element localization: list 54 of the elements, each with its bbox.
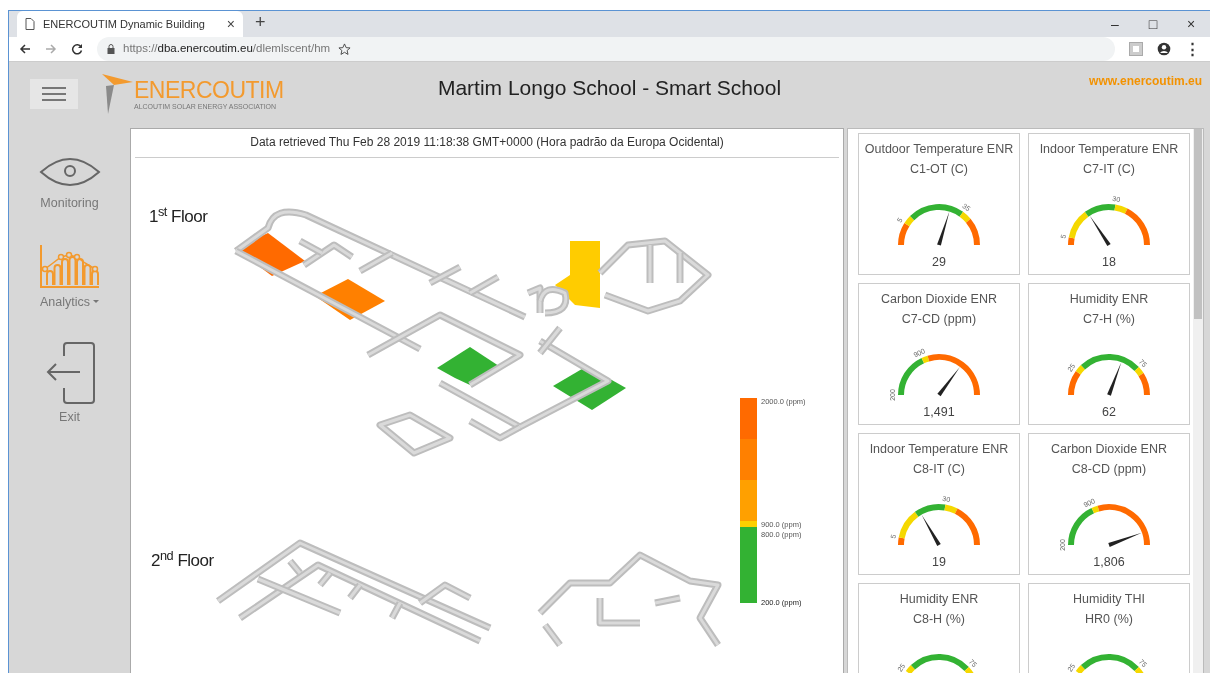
gauge-needle [1089,215,1111,247]
reload-icon[interactable] [71,43,83,55]
data-retrieved-text: Data retrieved Thu Feb 28 2019 11:18:38 GMT+0000 (Hora padrão da Europa Ocidental) [250,135,724,149]
gauge-title: Indoor Temperature ENR [1039,141,1179,158]
gauge-needle [1107,362,1122,396]
gauge-title: Carbon Dioxide ENR [1051,441,1167,458]
gauge-subtitle: C7-H (%) [1082,311,1136,328]
extension-icon[interactable] [1129,42,1143,56]
menu-icon [41,86,67,102]
account-icon[interactable] [1157,42,1171,56]
tab-title: ENERCOUTIM Dynamic Building [43,16,206,32]
star-icon[interactable] [338,42,352,56]
gauge-needle [937,211,950,246]
gauge-needle [937,366,960,397]
gauge-subtitle: C7-IT (C) [1083,161,1135,178]
gauge-value: 1,806 [1093,554,1125,571]
gauge-title: Indoor Temperature ENR [869,441,1009,458]
gauge-title: Carbon Dioxide ENR [881,291,997,308]
gauge-value: 19 [932,554,946,571]
bar-chart-icon [38,242,101,289]
gauge-title: Humidity THI [1073,591,1145,608]
gauge-value: 1,491 [923,404,955,421]
gauge-title: Humidity ENR [1069,291,1149,308]
menu-button[interactable] [30,79,78,109]
gauge-subtitle: C1-OT (C) [909,161,969,178]
gauge-subtitle: HR0 (%) [1085,611,1133,628]
gauge-subtitle: C7-CD (ppm) [901,311,977,328]
page-icon [25,18,35,30]
gauge-value: 18 [1102,254,1116,271]
page-title: Martim Longo School - Smart School [437,76,782,99]
back-icon[interactable] [19,43,31,55]
tab-close-button[interactable]: × [226,17,235,31]
gauge-subtitle: C8-IT (C) [913,461,965,478]
gauge-value: 29 [932,254,946,271]
forward-icon[interactable] [45,43,57,55]
floor-title: 1$^{st}$ Floor [149,204,208,228]
browser-menu-button[interactable]: ⋮ [1185,37,1200,61]
address-bar[interactable]: https://dba.enercoutim.eu/dlemlscent/hm [97,37,1115,61]
minimize-button[interactable]: – [1096,11,1134,37]
new-tab-button[interactable]: + [255,13,266,31]
maximize-button[interactable]: □ [1134,11,1172,37]
browser-tab[interactable]: ENERCOUTIM Dynamic Building × [17,11,243,37]
scrollbar[interactable] [1193,129,1203,673]
gauge-title: Humidity ENR [899,591,979,608]
gauge-value: 62 [1102,404,1116,421]
gauge-title: Outdoor Temperature ENR [864,141,1014,158]
url-text: https://dba.enercoutim.eu/dlemlscent/hm [123,41,331,57]
gauge-subtitle: C8-CD (ppm) [1071,461,1147,478]
scrollbar-thumb[interactable] [1194,129,1202,319]
logo-text: ENERCOUTIM [134,78,284,102]
gauge-subtitle: C8-H (%) [912,611,966,628]
lock-icon [107,44,115,54]
close-button[interactable]: × [1172,11,1210,37]
floor-title: 2$^{nd}$ Floor [151,548,214,572]
